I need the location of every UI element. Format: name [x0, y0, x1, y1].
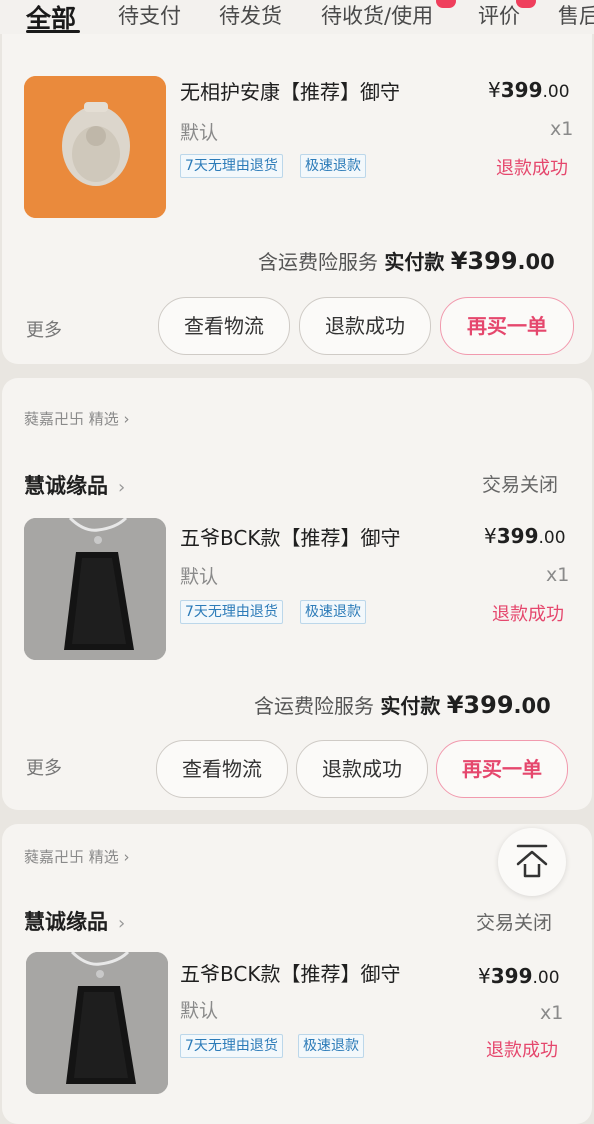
tab-pending-receipt[interactable]: 待收货/使用 [321, 0, 433, 30]
product-price: ¥399.00 [478, 964, 560, 988]
product-quantity: x1 [546, 564, 570, 586]
tab-review[interactable]: 评价 [478, 0, 520, 30]
channel-link[interactable]: 蕤嘉卍卐 精选 › [24, 846, 130, 867]
channel-link[interactable]: 蕤嘉卍卐 精选 › [24, 408, 130, 429]
item-refund-status: 退款成功 [492, 604, 564, 625]
tab-pending-payment[interactable]: 待支付 [118, 0, 181, 30]
service-tag-fast-refund: 极速退款 [300, 154, 366, 178]
view-logistics-button[interactable]: 查看物流 [158, 297, 290, 355]
service-tag-7day-return: 7天无理由退货 [180, 154, 283, 178]
more-button[interactable]: 更多 [26, 754, 62, 780]
product-image[interactable] [24, 76, 166, 218]
service-tag-7day-return: 7天无理由退货 [180, 1034, 283, 1058]
view-logistics-button[interactable]: 查看物流 [156, 740, 288, 798]
order-status: 交易关闭 [482, 474, 559, 496]
item-refund-status: 退款成功 [486, 1040, 558, 1061]
product-title[interactable]: 五爷BCK款【推荐】御守 [180, 958, 400, 987]
order-card: 蕤嘉卍卐 精选 › 慧诚缘品 › 交易关闭 五爷BCK款【推荐】御守 ¥399.0… [2, 378, 592, 810]
order-tabs: 全部 待支付 待发货 待收货/使用 评价 售后 [0, 0, 594, 34]
product-variant: 默认 [180, 1000, 219, 1022]
refund-success-button[interactable]: 退款成功 [296, 740, 428, 798]
service-tag-7day-return: 7天无理由退货 [180, 600, 283, 624]
jade-pendant-image [24, 76, 166, 218]
product-variant: 默认 [180, 122, 219, 144]
shop-name[interactable]: 慧诚缘品 › [24, 906, 125, 936]
tab-after-sales[interactable]: 售后 [558, 0, 594, 30]
black-pendant-image [26, 952, 168, 1094]
scroll-to-top-button[interactable] [498, 828, 566, 896]
shop-name[interactable]: 慧诚缘品 › [24, 470, 125, 500]
product-quantity: x1 [550, 118, 574, 140]
product-variant: 默认 [180, 566, 219, 588]
active-tab-indicator [26, 30, 80, 33]
product-price: ¥399.00 [488, 78, 570, 102]
product-title[interactable]: 五爷BCK款【推荐】御守 [180, 522, 400, 551]
order-card: 无相护安康【推荐】御守 ¥399.00 默认 x1 7天无理由退货 极速退款 退… [2, 34, 592, 364]
black-pendant-image [24, 518, 166, 660]
order-status: 交易关闭 [476, 912, 553, 934]
order-summary: 含运费险服务 实付款 ¥399.00 [254, 691, 551, 719]
more-button[interactable]: 更多 [26, 316, 62, 342]
product-image[interactable] [26, 952, 168, 1094]
service-tag-fast-refund: 极速退款 [300, 600, 366, 624]
order-summary: 含运费险服务 实付款 ¥399.00 [258, 247, 555, 275]
product-quantity: x1 [540, 1002, 564, 1024]
product-price: ¥399.00 [484, 524, 566, 548]
chevron-right-icon: › [118, 913, 126, 934]
chevron-right-icon: › [118, 477, 126, 498]
product-title[interactable]: 无相护安康【推荐】御守 [180, 76, 400, 105]
product-image[interactable] [24, 518, 166, 660]
buy-again-button[interactable]: 再买一单 [436, 740, 568, 798]
tab-all[interactable]: 全部 [26, 0, 76, 34]
arrow-up-to-top-icon [516, 844, 548, 878]
item-refund-status: 退款成功 [496, 158, 568, 179]
tab-badge [436, 0, 456, 8]
tab-badge [516, 0, 536, 8]
tab-pending-shipment[interactable]: 待发货 [219, 0, 282, 30]
service-tag-fast-refund: 极速退款 [298, 1034, 364, 1058]
buy-again-button[interactable]: 再买一单 [440, 297, 574, 355]
refund-success-button[interactable]: 退款成功 [299, 297, 431, 355]
